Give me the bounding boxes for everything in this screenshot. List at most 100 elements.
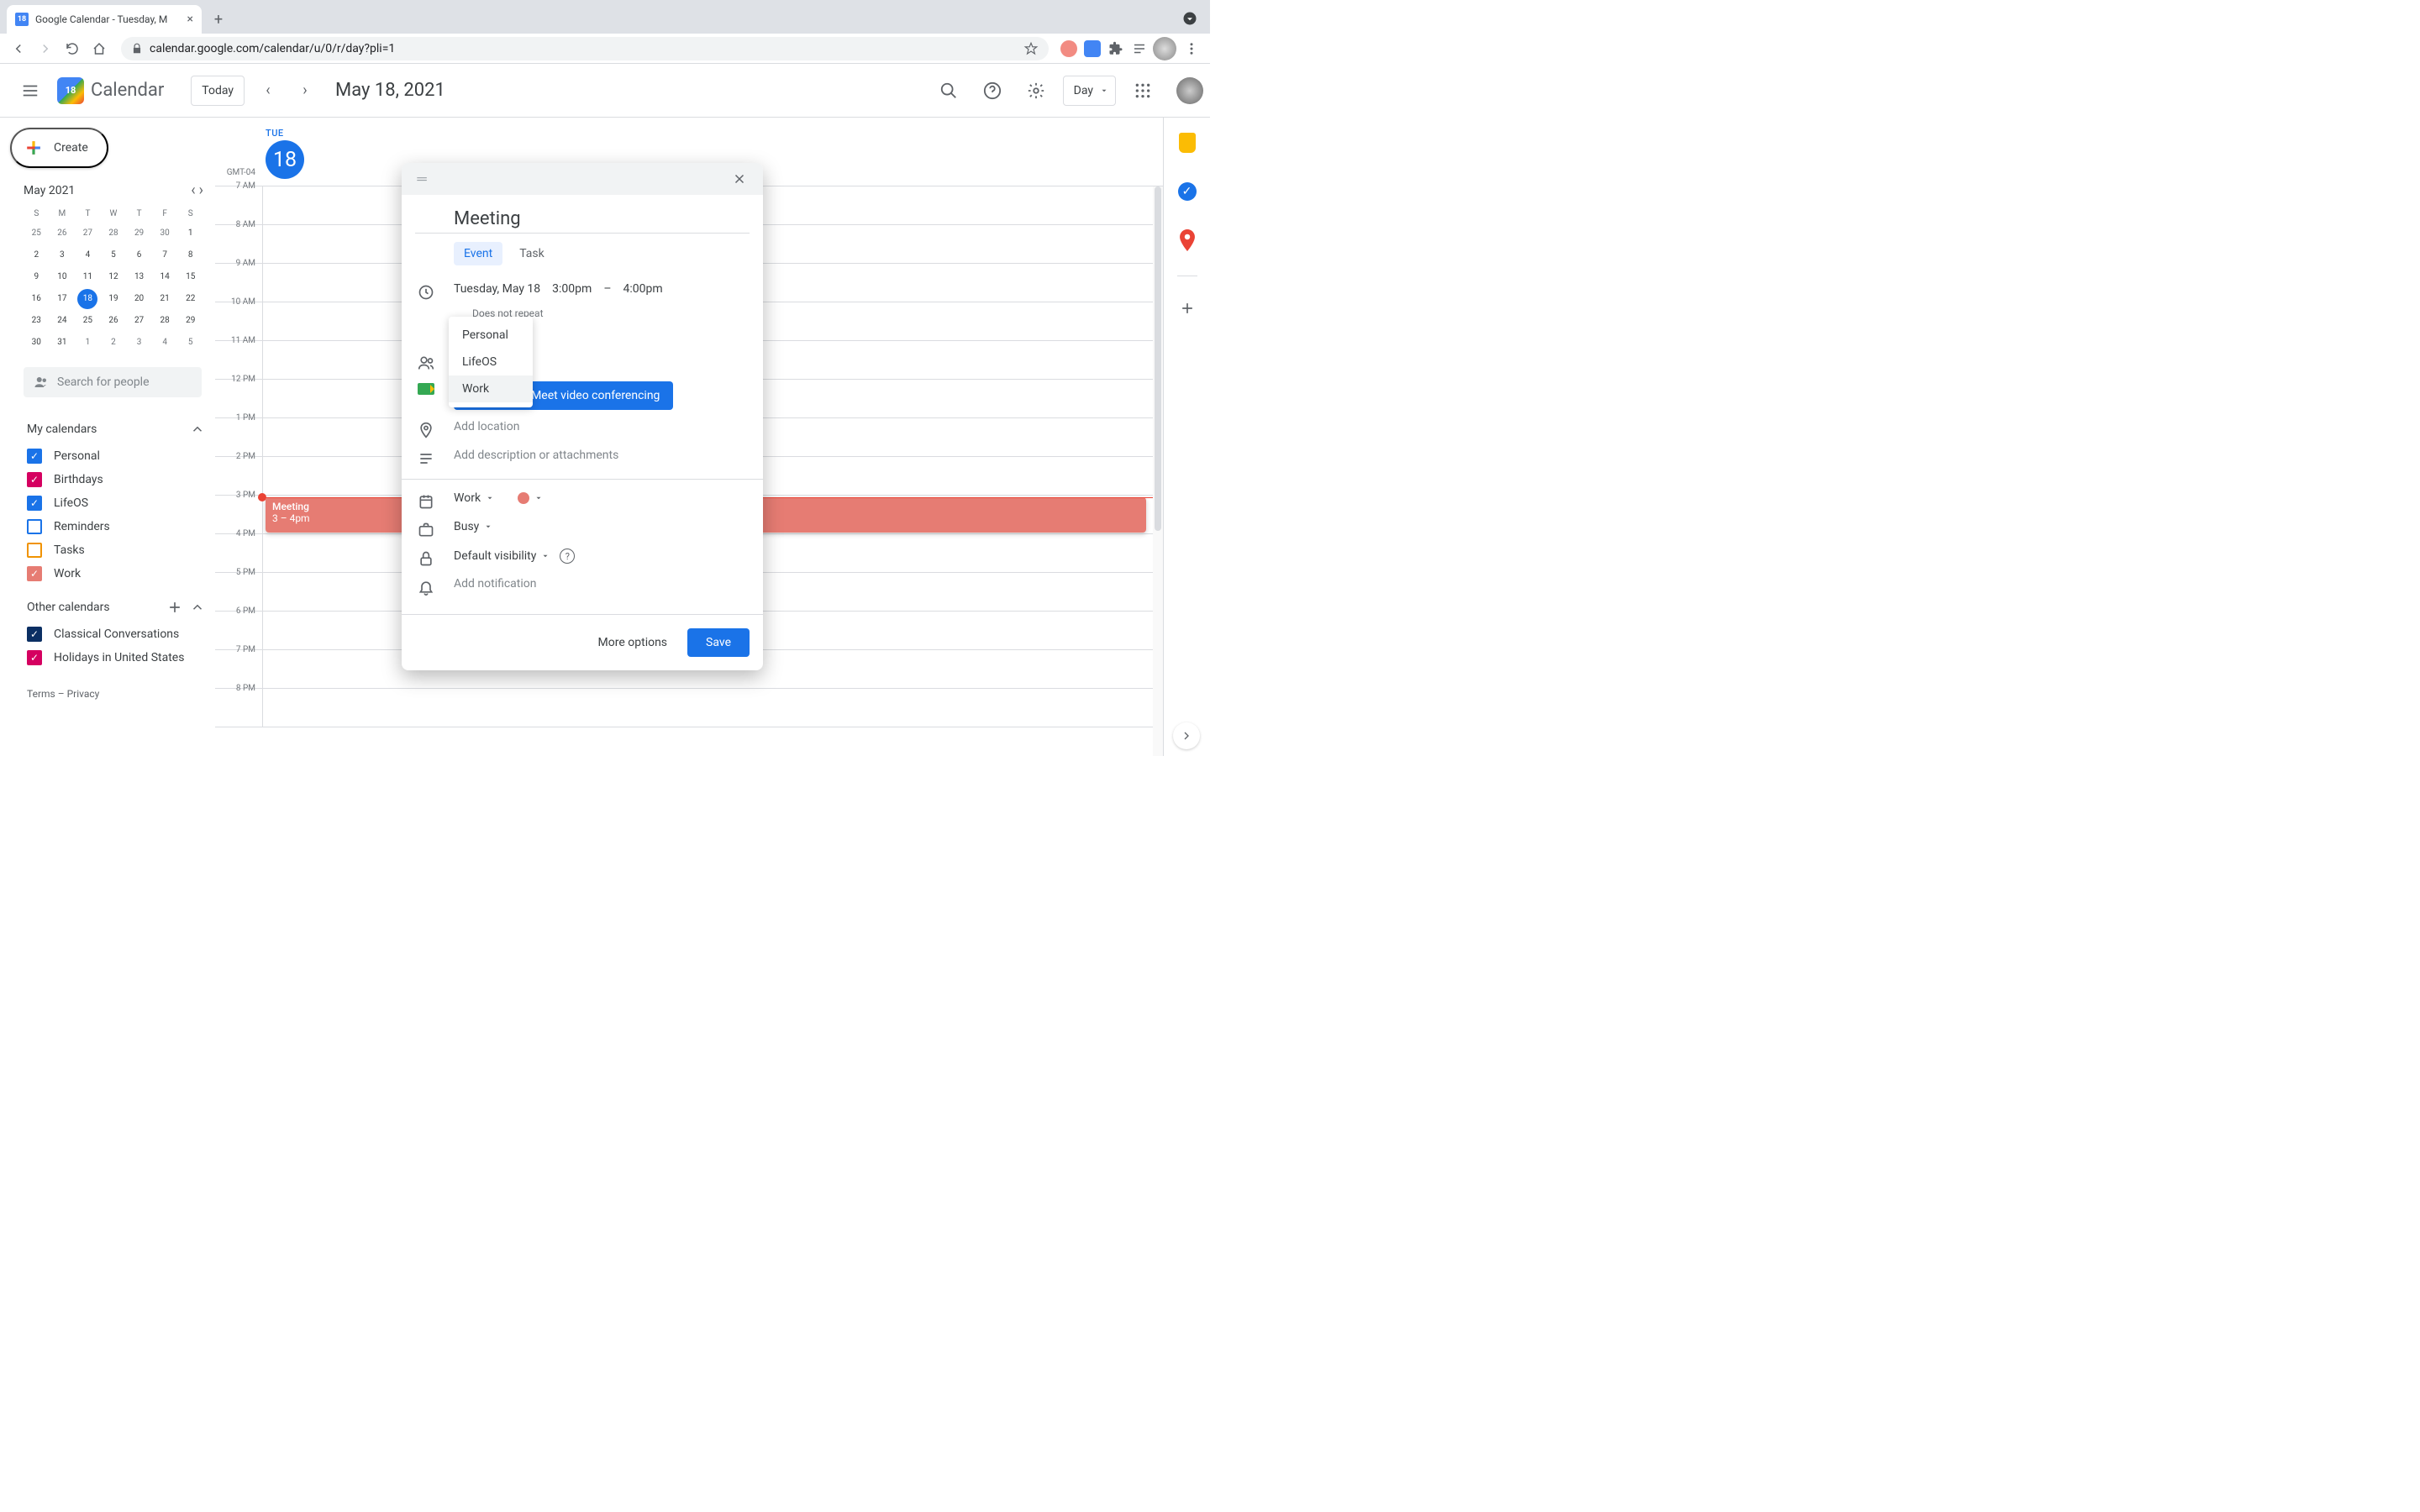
mini-cal-day[interactable]: 26	[52, 223, 72, 244]
extensions-button[interactable]	[1106, 39, 1126, 59]
calendar-item[interactable]: Tasks	[27, 538, 205, 562]
back-button[interactable]	[7, 37, 30, 60]
dropdown-item[interactable]: Personal	[449, 322, 533, 349]
mini-cal-day[interactable]: 5	[181, 333, 201, 353]
calendar-item[interactable]: Classical Conversations	[27, 622, 205, 646]
calendar-item[interactable]: Reminders	[27, 515, 205, 538]
dropdown-item[interactable]: LifeOS	[449, 349, 533, 375]
mini-cal-day[interactable]: 29	[129, 223, 150, 244]
new-tab-button[interactable]: +	[207, 8, 230, 31]
day-number[interactable]: 18	[266, 140, 304, 179]
calendar-select[interactable]: Work	[454, 491, 481, 505]
event-title-input[interactable]: Meeting	[415, 202, 750, 234]
mini-cal-day[interactable]: 1	[77, 333, 97, 353]
keep-icon[interactable]	[1171, 126, 1204, 160]
more-options-button[interactable]: More options	[588, 629, 678, 656]
hour-cell[interactable]	[262, 689, 1163, 727]
mini-cal-day[interactable]: 10	[52, 267, 72, 287]
scrollbar[interactable]	[1153, 186, 1163, 756]
mini-cal-day[interactable]: 20	[129, 289, 150, 309]
mini-cal-day[interactable]: 2	[103, 333, 124, 353]
calendar-checkbox[interactable]	[27, 627, 42, 642]
mini-cal-day[interactable]: 23	[26, 311, 46, 331]
mini-cal-day[interactable]: 8	[181, 245, 201, 265]
event-tab[interactable]: Event	[454, 242, 502, 265]
add-calendar-icon[interactable]	[166, 599, 183, 616]
mini-cal-day[interactable]: 31	[52, 333, 72, 353]
address-bar[interactable]: calendar.google.com/calendar/u/0/r/day?p…	[121, 37, 1049, 60]
chevron-up-icon[interactable]	[190, 600, 205, 615]
mini-cal-day[interactable]: 3	[129, 333, 150, 353]
calendar-checkbox[interactable]	[27, 566, 42, 581]
close-tab-icon[interactable]: ×	[187, 13, 193, 26]
add-notification-button[interactable]: Add notification	[454, 577, 750, 591]
calendar-checkbox[interactable]	[27, 650, 42, 665]
calendar-checkbox[interactable]	[27, 496, 42, 511]
mini-cal-day[interactable]: 11	[77, 267, 97, 287]
calendar-item[interactable]: Work	[27, 562, 205, 585]
mini-cal-day[interactable]: 30	[155, 223, 175, 244]
browser-tab[interactable]: 18 Google Calendar - Tuesday, M ×	[7, 5, 202, 34]
close-popup-button[interactable]	[726, 165, 753, 192]
mini-cal-day[interactable]: 6	[129, 245, 150, 265]
mini-cal-day[interactable]: 16	[26, 289, 46, 309]
mini-cal-day[interactable]: 24	[52, 311, 72, 331]
chevron-up-icon[interactable]	[190, 422, 205, 437]
mini-cal-day[interactable]: 26	[103, 311, 124, 331]
mini-cal-day[interactable]: 25	[77, 311, 97, 331]
mini-cal-day[interactable]: 18	[77, 289, 97, 309]
google-apps-button[interactable]	[1126, 74, 1160, 108]
reading-list-icon[interactable]	[1129, 39, 1150, 59]
today-button[interactable]: Today	[191, 76, 245, 106]
add-location-input[interactable]: Add location	[454, 420, 750, 433]
calendar-color-dot[interactable]	[518, 492, 529, 504]
calendar-item[interactable]: Birthdays	[27, 468, 205, 491]
mini-cal-day[interactable]: 14	[155, 267, 175, 287]
dropdown-item[interactable]: Work	[449, 375, 533, 402]
calendar-item[interactable]: LifeOS	[27, 491, 205, 515]
calendar-checkbox[interactable]	[27, 519, 42, 534]
mini-cal-day[interactable]: 21	[155, 289, 175, 309]
mini-cal-day[interactable]: 17	[52, 289, 72, 309]
mini-cal-day[interactable]: 15	[181, 267, 201, 287]
home-button[interactable]	[87, 37, 111, 60]
view-selector[interactable]: Day	[1063, 76, 1116, 106]
event-date[interactable]: Tuesday, May 18	[454, 282, 540, 296]
search-people-input[interactable]: Search for people	[24, 367, 202, 397]
calendar-checkbox[interactable]	[27, 472, 42, 487]
mini-cal-day[interactable]: 2	[26, 245, 46, 265]
add-description-input[interactable]: Add description or attachments	[454, 449, 750, 462]
mini-cal-day[interactable]: 4	[155, 333, 175, 353]
mini-cal-day[interactable]: 12	[103, 267, 124, 287]
reload-button[interactable]	[60, 37, 84, 60]
mini-cal-day[interactable]: 3	[52, 245, 72, 265]
prev-period-button[interactable]: ‹	[255, 77, 281, 104]
extension-icon-2[interactable]	[1082, 39, 1102, 59]
tasks-icon[interactable]: ✓	[1171, 175, 1204, 208]
browser-menu-icon[interactable]	[1180, 37, 1203, 60]
search-button[interactable]	[932, 74, 965, 108]
mini-cal-day[interactable]: 1	[181, 223, 201, 244]
mini-cal-day[interactable]: 29	[181, 311, 201, 331]
browser-profile-avatar[interactable]	[1153, 37, 1176, 60]
star-icon[interactable]	[1023, 41, 1039, 56]
mini-cal-day[interactable]: 25	[26, 223, 46, 244]
settings-button[interactable]	[1019, 74, 1053, 108]
drag-handle-icon[interactable]: ═	[412, 171, 432, 187]
create-button[interactable]: Create	[10, 128, 108, 168]
calendar-checkbox[interactable]	[27, 449, 42, 464]
forward-button[interactable]	[34, 37, 57, 60]
end-time[interactable]: 4:00pm	[623, 282, 663, 296]
mini-cal-day[interactable]: 7	[155, 245, 175, 265]
mini-cal-day[interactable]: 30	[26, 333, 46, 353]
save-button[interactable]: Save	[687, 628, 750, 657]
side-panel-toggle[interactable]	[1173, 722, 1200, 749]
add-addon-icon[interactable]	[1171, 291, 1204, 325]
help-button[interactable]	[976, 74, 1009, 108]
calendar-item[interactable]: Personal	[27, 444, 205, 468]
start-time[interactable]: 3:00pm	[552, 282, 592, 296]
mini-cal-day[interactable]: 5	[103, 245, 124, 265]
mini-cal-day[interactable]: 28	[103, 223, 124, 244]
mini-cal-day[interactable]: 9	[26, 267, 46, 287]
calendar-item[interactable]: Holidays in United States	[27, 646, 205, 669]
